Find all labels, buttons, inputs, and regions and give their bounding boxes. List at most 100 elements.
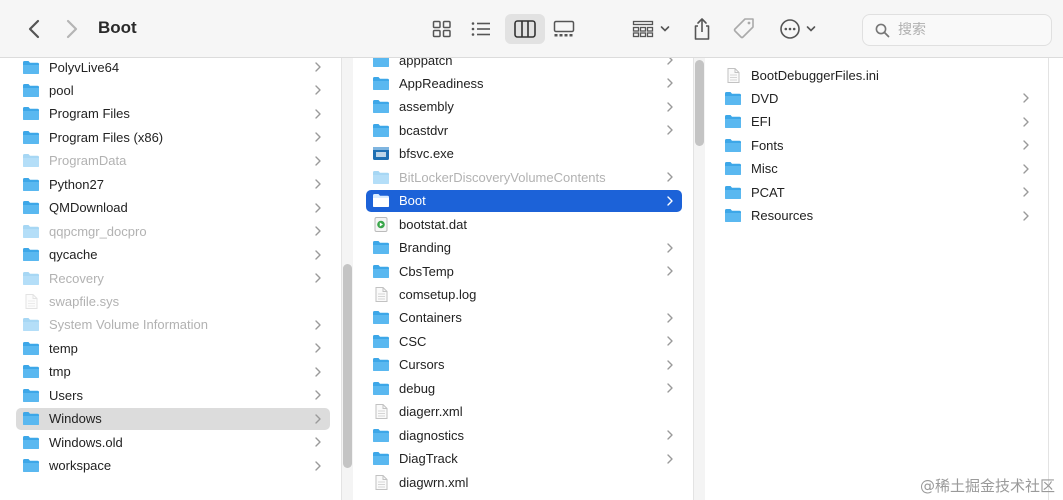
folder-item-appreadiness[interactable]: AppReadiness xyxy=(366,72,682,94)
file-item-diagwrn-xml[interactable]: diagwrn.xml xyxy=(366,471,682,493)
folder-item-pool[interactable]: pool xyxy=(16,79,330,101)
list-view-button[interactable] xyxy=(467,17,495,41)
folder-item-program-files-x86[interactable]: Program Files (x86) xyxy=(16,126,330,148)
folder-icon xyxy=(22,83,40,98)
chevron-right-icon xyxy=(314,83,322,97)
share-button[interactable] xyxy=(690,15,714,43)
folder-item-windows[interactable]: Windows xyxy=(16,407,330,430)
folder-item-pcat[interactable]: PCAT xyxy=(720,181,1038,203)
document-icon xyxy=(724,67,742,83)
item-label: swapfile.sys xyxy=(49,294,120,309)
folder-item-containers[interactable]: Containers xyxy=(366,307,682,329)
chevron-down-icon xyxy=(806,26,815,32)
folder-item-efi[interactable]: EFI xyxy=(720,111,1038,133)
column-3: BootDebuggerFiles.ini DVD EFI Fonts Misc PCAT… xyxy=(708,58,1048,500)
item-label: Windows.old xyxy=(49,434,123,450)
chevron-right-icon xyxy=(1022,185,1030,199)
item-label: CbsTemp xyxy=(399,263,454,279)
item-label: Windows xyxy=(49,411,102,427)
folder-item-qycache[interactable]: qycache xyxy=(16,244,330,266)
file-item-comsetup-log[interactable]: comsetup.log xyxy=(366,284,682,306)
folder-icon xyxy=(22,458,40,473)
folder-item-program-files[interactable]: Program Files xyxy=(16,103,330,125)
item-label: Program Files xyxy=(49,106,130,122)
folder-item-dvd[interactable]: DVD xyxy=(720,87,1038,109)
file-item-diagerr-xml[interactable]: diagerr.xml xyxy=(366,401,682,423)
column-view-button[interactable] xyxy=(505,14,545,44)
folder-item-csc[interactable]: CSC xyxy=(366,330,682,352)
folder-item-assembly[interactable]: assembly xyxy=(366,96,682,118)
chevron-right-icon xyxy=(314,130,322,144)
folder-item-workspace[interactable]: workspace xyxy=(16,455,330,477)
folder-item-fonts[interactable]: Fonts xyxy=(720,134,1038,156)
folder-icon xyxy=(22,271,40,286)
folder-item-diagtrack[interactable]: DiagTrack xyxy=(366,448,682,470)
group-icon xyxy=(632,20,654,38)
item-label: Recovery xyxy=(49,270,104,286)
folder-item-qmdownload[interactable]: QMDownload xyxy=(16,197,330,219)
chevron-right-icon xyxy=(666,76,674,90)
column-1: PolyvLive64 pool Program Files Program File… xyxy=(0,58,340,500)
search-field[interactable] xyxy=(862,14,1052,46)
folder-item-resources[interactable]: Resources xyxy=(720,205,1038,227)
folder-item-cursors[interactable]: Cursors xyxy=(366,354,682,376)
folder-item-diagnostics[interactable]: diagnostics xyxy=(366,424,682,446)
icon-view-button[interactable] xyxy=(428,17,456,41)
chevron-right-icon xyxy=(314,271,322,285)
folder-item-users[interactable]: Users xyxy=(16,384,330,406)
file-item-bootstat-dat[interactable]: bootstat.dat xyxy=(366,213,682,235)
file-item-bfsvc-exe[interactable]: bfsvc.exe xyxy=(366,143,682,165)
file-item-bootdebuggerfiles-ini[interactable]: BootDebuggerFiles.ini xyxy=(720,64,1038,86)
scrollbar-thumb[interactable] xyxy=(695,60,704,146)
chevron-right-icon xyxy=(1022,91,1030,105)
folder-item-bcastdvr[interactable]: bcastdvr xyxy=(366,119,682,141)
item-label: QMDownload xyxy=(49,200,128,216)
folder-item-apppatch[interactable]: apppatch xyxy=(366,58,682,71)
item-label: Branding xyxy=(399,240,452,256)
executable-icon xyxy=(372,146,390,161)
chevron-right-icon xyxy=(314,107,322,121)
watermark: @稀土掘金技术社区 xyxy=(919,477,1055,495)
gallery-view-button[interactable] xyxy=(549,17,579,41)
document-icon xyxy=(22,294,40,309)
folder-item-windows-old[interactable]: Windows.old xyxy=(16,431,330,453)
tag-button[interactable] xyxy=(731,16,757,42)
chevron-right-icon xyxy=(314,177,322,191)
back-button[interactable] xyxy=(22,16,46,42)
folder-item-qqpcmgr-docpro[interactable]: qqpcmgr_docpro xyxy=(16,220,330,242)
scrollbar-thumb[interactable] xyxy=(343,264,352,468)
chevron-right-icon xyxy=(314,459,322,473)
folder-icon xyxy=(372,357,390,372)
forward-button[interactable] xyxy=(60,16,84,42)
folder-item-misc[interactable]: Misc xyxy=(720,158,1038,180)
document-icon xyxy=(372,216,390,232)
folder-item-python27[interactable]: Python27 xyxy=(16,173,330,195)
folder-item-boot[interactable]: Boot xyxy=(366,189,682,212)
chevron-left-icon xyxy=(28,19,40,39)
search-input[interactable] xyxy=(898,22,1038,38)
folder-icon xyxy=(372,428,390,443)
item-label: BootDebuggerFiles.ini xyxy=(751,67,879,83)
folder-icon xyxy=(372,264,390,279)
folder-item-debug[interactable]: debug xyxy=(366,377,682,399)
group-button[interactable] xyxy=(630,17,672,41)
toolbar: Boot xyxy=(0,0,1063,58)
folder-item-tmp[interactable]: tmp xyxy=(16,361,330,383)
item-label: Python27 xyxy=(49,176,104,192)
folder-item-polyvlive64[interactable]: PolyvLive64 xyxy=(16,58,330,78)
document-icon xyxy=(372,404,390,420)
more-actions-button[interactable] xyxy=(776,17,818,41)
item-label: Users xyxy=(49,387,83,403)
folder-item-cbstemp[interactable]: CbsTemp xyxy=(366,260,682,282)
file-item-swapfile-sys[interactable]: swapfile.sys xyxy=(16,291,330,313)
folder-item-branding[interactable]: Branding xyxy=(366,237,682,259)
folder-item-temp[interactable]: temp xyxy=(16,337,330,359)
chevron-right-icon xyxy=(666,381,674,395)
folder-item-bitlockerdiscoveryvolumecontents[interactable]: BitLockerDiscoveryVolumeContents xyxy=(366,166,682,188)
folder-item-programdata[interactable]: ProgramData xyxy=(16,150,330,172)
item-label: PolyvLive64 xyxy=(49,59,120,75)
folder-item-system-volume-information[interactable]: System Volume Information xyxy=(16,314,330,336)
chevron-right-icon xyxy=(666,58,674,67)
column-divider[interactable] xyxy=(1048,58,1049,500)
folder-item-recovery[interactable]: Recovery xyxy=(16,267,330,289)
